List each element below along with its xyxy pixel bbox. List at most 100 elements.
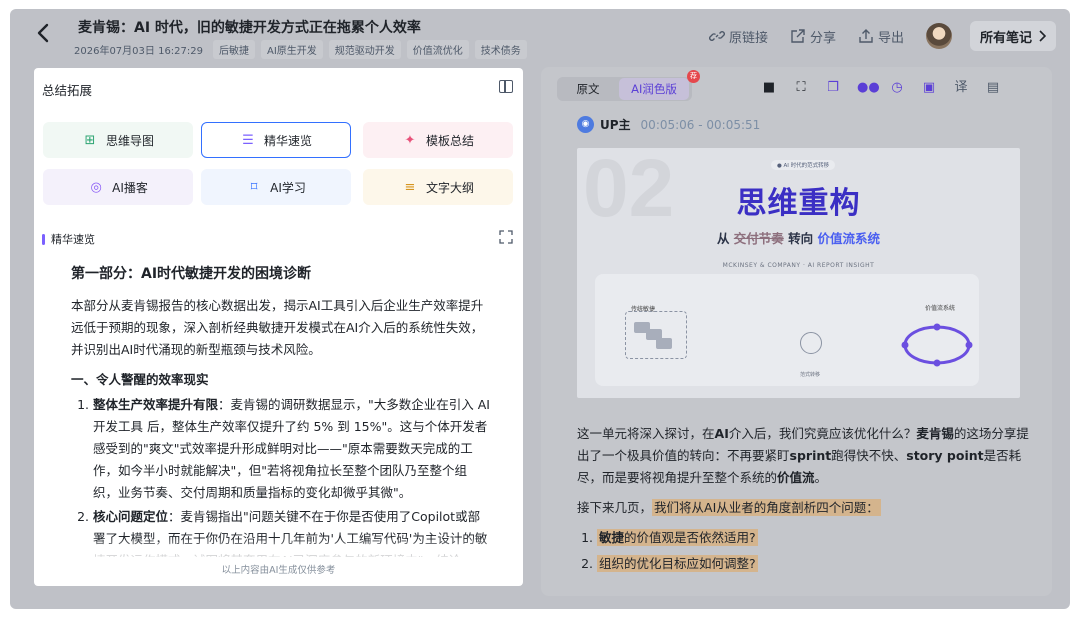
question-list: 敏捷的价值观是否依然适用? 组织的优化目标应如何调整?	[577, 527, 1032, 575]
text-segment: 接下来几页，	[577, 500, 653, 515]
export-label: 导出	[877, 30, 904, 46]
speakers-icon[interactable]: ●●	[857, 80, 880, 96]
diagram-mid-label: 范式转移	[800, 372, 821, 378]
text-segment: 的价值观是否依然适用?	[624, 530, 756, 545]
value-stream-loop-icon	[901, 323, 973, 367]
header-actions: 原链接 分享 导出 所有笔记	[708, 21, 1056, 51]
video-icon[interactable]: ■	[761, 80, 777, 96]
highlighted-text[interactable]: 敏捷的价值观是否依然适用?	[597, 529, 758, 546]
export-button[interactable]: 导出	[858, 27, 904, 46]
tool-template[interactable]: ✦ 模板总结	[363, 122, 513, 158]
article-subheading: 一、令人警醒的效率现实	[71, 372, 209, 387]
share-label: 分享	[809, 30, 836, 46]
all-notes-label: 所有笔记	[979, 30, 1032, 46]
speaker-name: UP主	[600, 118, 631, 132]
slide-sub-mid: 转向	[783, 231, 818, 246]
text-segment: 。	[814, 470, 828, 485]
tool-label: AI播客	[112, 180, 148, 195]
document-icon[interactable]: ▤	[985, 80, 1001, 96]
transcript-toolbar: ■ ⛶ ❐ ●● ◷ ▣ 译 ▤	[761, 80, 1001, 96]
diagram-left-box	[625, 311, 687, 359]
tab-ai-polished[interactable]: AI润色版	[619, 78, 689, 100]
slide-image[interactable]: 02 ● AI 时代的范式转移 思维重构 从 交付节奏 转向 价值流系统 MCK…	[577, 148, 1020, 398]
tag[interactable]: 技术债务	[474, 40, 527, 59]
transcript-panel: 原文 AI润色版 荐 ■ ⛶ ❐ ●● ◷ ▣ 译 ▤ ◉ UP主 00:05:…	[541, 67, 1052, 596]
list-item: 敏捷的价值观是否依然适用?	[597, 527, 1032, 549]
section-label-text: 精华速览	[51, 233, 95, 246]
copy-icon[interactable]: ❐	[825, 80, 841, 96]
diagram-right-label: 价值流系统	[925, 305, 956, 312]
tag[interactable]: AI原生开发	[261, 40, 323, 59]
time-range[interactable]: 00:05:06 - 00:05:51	[641, 118, 761, 132]
source-link-button[interactable]: 原链接	[708, 27, 768, 46]
transcript-paragraph: 接下来几页， 我们将从AI从业者的角度剖析四个问题：	[577, 497, 1032, 519]
translate-icon[interactable]: 译	[953, 80, 969, 96]
learning-icon: ⌑	[250, 179, 258, 195]
back-button[interactable]	[36, 23, 60, 49]
item-text: ：麦肯锡的调研数据显示，"大多数企业在引入 AI 开发工具 后，整体生产效率仅提…	[93, 397, 490, 500]
text-bold: story point	[906, 448, 984, 463]
top-header: 麦肯锡：AI 时代，旧的敏捷开发方式正在拖累个人效率 2026年07月03日 1…	[10, 9, 1070, 67]
all-notes-button[interactable]: 所有笔记	[969, 21, 1056, 51]
text-segment: 组织的优化目标应如何调整?	[599, 556, 756, 571]
article-intro: 本部分从麦肯锡报告的核心数据出发，揭示AI工具引入后企业生产效率提升远低于预期的…	[71, 298, 484, 357]
item-title: 整体生产效率提升有限	[93, 397, 219, 412]
summary-panel: 总结拓展 ⊞ 思维导图 ☰ 精华速览 ✦ 模板总结 ◎ AI播客 ⌑ AI学习 …	[34, 68, 523, 586]
list-item: 整体生产效率提升有限：麦肯锡的调研数据显示，"大多数企业在引入 AI 开发工具 …	[93, 394, 491, 504]
slide-diagram: 传统敏捷 范式转移 价值流系统	[595, 274, 979, 386]
note-date: 2026年07月03日 16:27:29	[74, 46, 203, 57]
section-marker	[42, 233, 45, 245]
diagram-center-circle	[800, 332, 822, 354]
transcript-text: 这一单元将深入探讨，在AI介入后，我们究竟应该优化什么？麦肯锡的这场分享提出了一…	[577, 423, 1032, 579]
chevron-left-icon	[37, 23, 49, 43]
tool-label: 模板总结	[425, 133, 474, 148]
sidebar-toggle-icon[interactable]	[499, 80, 513, 93]
tool-highlights[interactable]: ☰ 精华速览	[201, 122, 351, 158]
tool-label: 文字大纲	[425, 180, 474, 195]
tool-mindmap[interactable]: ⊞ 思维导图	[43, 122, 193, 158]
tool-outline[interactable]: ≡ 文字大纲	[363, 169, 513, 205]
text-bold: 价值流	[777, 470, 815, 485]
highlighted-text[interactable]: 我们将从AI从业者的角度剖析四个问题：	[652, 499, 881, 516]
article-list: 整体生产效率提升有限：麦肯锡的调研数据显示，"大多数企业在引入 AI 开发工具 …	[71, 394, 491, 557]
text-bold: sprint	[789, 448, 832, 463]
list-item: 组织的优化目标应如何调整?	[597, 553, 1032, 575]
slide-sub-prefix: 从	[716, 231, 734, 246]
speaker-avatar-icon: ◉	[577, 116, 594, 133]
podcast-icon: ◎	[90, 179, 102, 195]
article-heading: 第一部分：AI时代敏捷开发的困境诊断	[71, 266, 312, 282]
slide-sub-highlight: 价值流系统	[817, 231, 881, 246]
tool-learning[interactable]: ⌑ AI学习	[201, 169, 351, 205]
mindmap-icon: ⊞	[84, 132, 96, 148]
image-icon[interactable]: ▣	[921, 80, 937, 96]
screenshot-icon[interactable]: ⛶	[793, 80, 809, 96]
summary-panel-title: 总结拓展	[42, 83, 93, 98]
transcript-paragraph: 这一单元将深入探讨，在AI介入后，我们究竟应该优化什么？麦肯锡的这场分享提出了一…	[577, 423, 1032, 489]
slide-sub-strike: 交付节奏	[733, 231, 784, 246]
clock-icon[interactable]: ◷	[889, 80, 905, 96]
text-bold: 麦肯锡	[916, 426, 954, 441]
summary-panel-header: 总结拓展	[34, 68, 523, 108]
tab-original[interactable]: 原文	[557, 81, 619, 97]
outline-icon: ≡	[404, 179, 416, 195]
tool-podcast[interactable]: ◎ AI播客	[43, 169, 193, 205]
tag[interactable]: 后敏捷	[213, 40, 255, 59]
tag[interactable]: 规范驱动开发	[328, 40, 401, 59]
highlights-icon: ☰	[242, 132, 254, 148]
slide-tagline: MCKINSEY & COMPANY · AI REPORT INSIGHT	[722, 262, 875, 269]
text-segment: 跑得快不快、	[831, 448, 907, 463]
chevron-right-icon	[1039, 30, 1046, 42]
page-title: 麦肯锡：AI 时代，旧的敏捷开发方式正在拖累个人效率	[78, 20, 421, 36]
template-icon: ✦	[404, 132, 416, 148]
tool-label: AI学习	[270, 180, 306, 195]
slide-title: 思维重构	[736, 186, 861, 221]
highlighted-text[interactable]: 组织的优化目标应如何调整?	[597, 555, 758, 572]
item-title: 核心问题定位	[93, 509, 169, 524]
share-button[interactable]: 分享	[790, 27, 836, 46]
tool-label: 精华速览	[263, 133, 312, 148]
expand-icon[interactable]	[499, 230, 513, 244]
recommend-badge: 荐	[687, 70, 700, 83]
avatar[interactable]	[925, 23, 952, 49]
tag[interactable]: 价值流优化	[406, 40, 469, 59]
stacked-cards-icon	[634, 322, 672, 349]
